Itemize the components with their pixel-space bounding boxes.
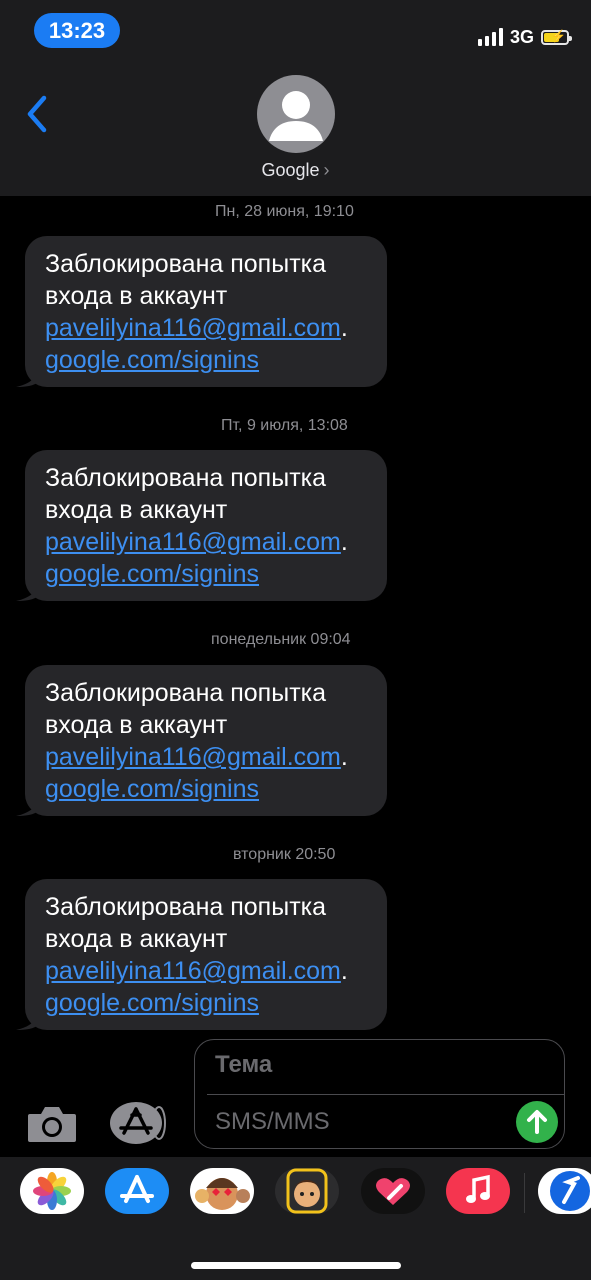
message-composer[interactable]: Тема SMS/MMS <box>194 1039 565 1149</box>
shazam-icon[interactable] <box>538 1168 591 1214</box>
digital-touch-icon[interactable] <box>361 1168 425 1214</box>
contact-name-row[interactable]: Google › <box>0 160 591 181</box>
message-text-line: входа в аккаунт <box>45 711 228 739</box>
status-indicators: 3G ⚡ <box>477 24 572 50</box>
contact-avatar[interactable] <box>257 75 335 153</box>
url-link[interactable]: google.com/signins <box>45 560 259 588</box>
memoji-icon[interactable] <box>275 1168 339 1214</box>
message-text-line: Заблокирована попытка <box>45 679 327 707</box>
url-link[interactable]: google.com/signins <box>45 775 259 803</box>
signal-icon <box>477 28 503 46</box>
bubble-tail <box>16 1010 40 1030</box>
message-text-line: входа в аккаунт <box>45 925 228 953</box>
conversation-header: 13:23 3G ⚡ Google › <box>0 0 591 196</box>
message-text-line: входа в аккаунт <box>45 496 228 524</box>
message-timestamp: вторник 20:50 <box>233 846 336 863</box>
composer-divider <box>207 1094 564 1095</box>
message-punct: . <box>340 314 348 342</box>
app-store-icon[interactable] <box>105 1168 169 1214</box>
back-chevron-icon[interactable] <box>22 92 52 136</box>
message-input[interactable]: SMS/MMS <box>215 1108 330 1136</box>
chevron-right-icon: › <box>323 160 330 180</box>
message-timestamp: Пт, 9 июля, 13:08 <box>221 417 348 434</box>
email-link[interactable]: pavelilyina116@gmail.com <box>45 957 341 985</box>
battery-charging-icon: ⚡ <box>541 29 572 45</box>
camera-icon[interactable] <box>26 1104 78 1144</box>
message-bubble[interactable]: Заблокирована попытка входа в аккаунт pa… <box>16 236 387 387</box>
message-punct: . <box>340 528 348 556</box>
email-link[interactable]: pavelilyina116@gmail.com <box>45 743 341 771</box>
bubble-tail <box>16 581 40 601</box>
message-bubble[interactable]: Заблокирована попытка входа в аккаунт pa… <box>16 450 387 601</box>
network-type: 3G <box>509 26 534 47</box>
app-drawer-icon[interactable] <box>110 1101 166 1145</box>
home-indicator[interactable] <box>191 1262 401 1269</box>
arrow-up-icon <box>527 1110 547 1134</box>
message-bubble[interactable]: Заблокирована попытка входа в аккаунт pa… <box>16 879 387 1030</box>
url-link[interactable]: google.com/signins <box>45 346 259 374</box>
email-link[interactable]: pavelilyina116@gmail.com <box>45 314 341 342</box>
status-time[interactable]: 13:23 <box>34 13 120 48</box>
photos-app-icon[interactable] <box>20 1168 84 1214</box>
music-icon[interactable] <box>446 1168 510 1214</box>
send-button[interactable] <box>516 1101 558 1143</box>
person-icon <box>269 91 323 141</box>
bubble-tail <box>16 367 40 387</box>
bubble-tail <box>16 796 40 816</box>
subject-input[interactable]: Тема <box>215 1051 272 1079</box>
contact-name: Google <box>261 160 320 180</box>
message-timestamp: Пн, 28 июня, 19:10 <box>215 203 354 220</box>
memoji-stickers-icon[interactable] <box>190 1168 254 1214</box>
app-strip-divider <box>524 1173 525 1213</box>
message-text-line: Заблокирована попытка <box>45 893 327 921</box>
message-text-line: входа в аккаунт <box>45 282 228 310</box>
message-punct: . <box>340 957 348 985</box>
message-timestamp: понедельник 09:04 <box>211 631 351 648</box>
message-text-line: Заблокирована попытка <box>45 464 327 492</box>
url-link[interactable]: google.com/signins <box>45 989 259 1017</box>
email-link[interactable]: pavelilyina116@gmail.com <box>45 528 341 556</box>
message-bubble[interactable]: Заблокирована попытка входа в аккаунт pa… <box>16 665 387 816</box>
message-text-line: Заблокирована попытка <box>45 250 327 278</box>
message-punct: . <box>340 743 348 771</box>
